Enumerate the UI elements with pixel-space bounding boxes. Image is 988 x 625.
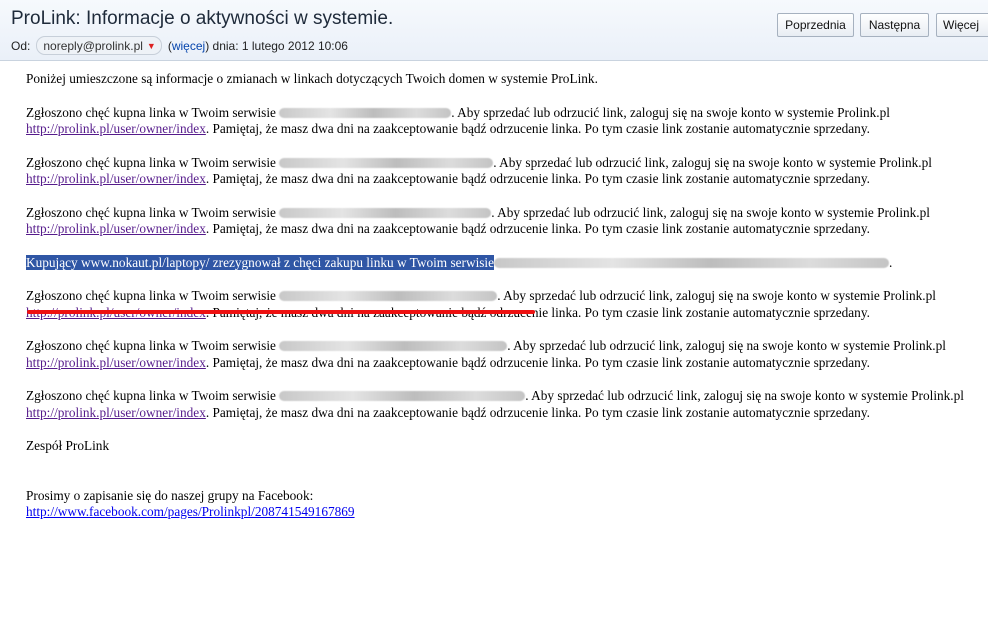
signature: Zespół ProLink — [26, 438, 110, 453]
highlighted-cancellation-text: Kupujący www.nokaut.pl/laptopy/ zrezygno… — [26, 254, 495, 270]
owner-panel-link[interactable]: http://prolink.pl/user/owner/index — [26, 121, 206, 136]
redacted-domain — [279, 391, 526, 401]
notification-text: Zgłoszono chęć kupna linka w Twoim serwi… — [26, 338, 276, 353]
message-subject: ProLink: Informacje o aktywności w syste… — [11, 8, 394, 29]
owner-panel-link[interactable]: http://prolink.pl/user/owner/index — [26, 221, 206, 236]
sender-address[interactable]: noreply@prolink.pl — [43, 39, 143, 53]
message-meta: Od: noreply@prolink.pl ▼ (więcej) dnia: … — [11, 36, 348, 55]
redacted-domain — [279, 207, 492, 218]
redacted-domain — [279, 157, 494, 168]
from-label: Od: — [11, 38, 31, 53]
sender-chip[interactable]: noreply@prolink.pl ▼ — [36, 36, 162, 55]
redacted-domain — [279, 107, 452, 118]
intro-paragraph: Poniżej umieszczone są informacje o zmia… — [26, 71, 598, 86]
notification-text: Zgłoszono chęć kupna linka w Twoim serwi… — [26, 104, 276, 120]
facebook-paragraph: Prosimy o zapisanie się do naszej grupy … — [26, 488, 971, 521]
notification-paragraph: Zgłoszono chęć kupna linka w Twoim serwi… — [26, 205, 971, 238]
facebook-link[interactable]: http://www.facebook.com/pages/Prolinkpl/… — [26, 504, 355, 519]
facebook-text: Prosimy o zapisanie się do naszej grupy … — [26, 487, 314, 503]
owner-panel-link[interactable]: http://prolink.pl/user/owner/index — [26, 405, 206, 420]
notification-text: . Pamiętaj, że masz dwa dni na zaakcepto… — [205, 221, 870, 236]
highlighted-paragraph: Kupujący www.nokaut.pl/laptopy/ zrezygno… — [26, 254, 971, 272]
message-header: ProLink: Informacje o aktywności w syste… — [0, 0, 988, 61]
notification-text: . Aby sprzedać lub odrzucić link, zalogu… — [507, 338, 946, 353]
owner-panel-link[interactable]: http://prolink.pl/user/owner/index — [26, 171, 206, 186]
sentence-end: . — [889, 254, 893, 270]
notification-text: . Pamiętaj, że masz dwa dni na zaakcepto… — [205, 121, 870, 136]
notification-paragraph: Zgłoszono chęć kupna linka w Twoim serwi… — [26, 155, 971, 188]
notification-text: . Aby sprzedać lub odrzucić link, zalogu… — [493, 154, 932, 170]
notification-text: Zgłoszono chęć kupna linka w Twoim serwi… — [26, 204, 276, 220]
message-date: dnia: 1 lutego 2012 10:06 — [212, 38, 348, 53]
notification-text: . Aby sprzedać lub odrzucić link, zalogu… — [491, 204, 930, 220]
dropdown-arrow-icon[interactable]: ▼ — [147, 41, 156, 51]
notification-text: . Pamiętaj, że masz dwa dni na zaakcepto… — [205, 404, 870, 420]
notification-paragraph: Zgłoszono chęć kupna linka w Twoim serwi… — [26, 338, 971, 371]
redacted-domain — [279, 341, 508, 351]
notification-text: Zgłoszono chęć kupna linka w Twoim serwi… — [26, 388, 276, 403]
notification-text: . Pamiętaj, że masz dwa dni na zaakcepto… — [205, 171, 870, 186]
notification-text: Zgłoszono chęć kupna linka w Twoim serwi… — [26, 288, 276, 303]
notification-text: . Pamiętaj, że masz dwa dni na zaakcepto… — [205, 354, 870, 370]
notification-text: Zgłoszono chęć kupna linka w Twoim serwi… — [26, 154, 276, 170]
previous-button[interactable]: Poprzednia — [777, 13, 854, 37]
redacted-domain — [494, 257, 890, 268]
message-body: Poniżej umieszczone są informacje o zmia… — [26, 71, 971, 538]
next-button[interactable]: Następna — [860, 13, 929, 37]
notification-paragraph: Zgłoszono chęć kupna linka w Twoim serwi… — [26, 288, 971, 321]
notification-paragraph: Zgłoszono chęć kupna linka w Twoim serwi… — [26, 388, 971, 421]
owner-panel-link[interactable]: http://prolink.pl/user/owner/index — [26, 355, 206, 370]
more-details-link[interactable]: więcej — [172, 39, 205, 53]
red-annotation-underline — [27, 310, 535, 314]
notification-text: . Aby sprzedać lub odrzucić link, zalogu… — [451, 104, 890, 120]
notification-paragraph: Zgłoszono chęć kupna linka w Twoim serwi… — [26, 105, 971, 138]
notification-text: . Aby sprzedać lub odrzucić link, zalogu… — [497, 288, 936, 303]
redacted-domain — [279, 291, 498, 301]
more-button[interactable]: Więcej — [936, 13, 988, 37]
notification-text: . Aby sprzedać lub odrzucić link, zalogu… — [525, 388, 964, 403]
more-paren-close: ) — [205, 38, 210, 53]
